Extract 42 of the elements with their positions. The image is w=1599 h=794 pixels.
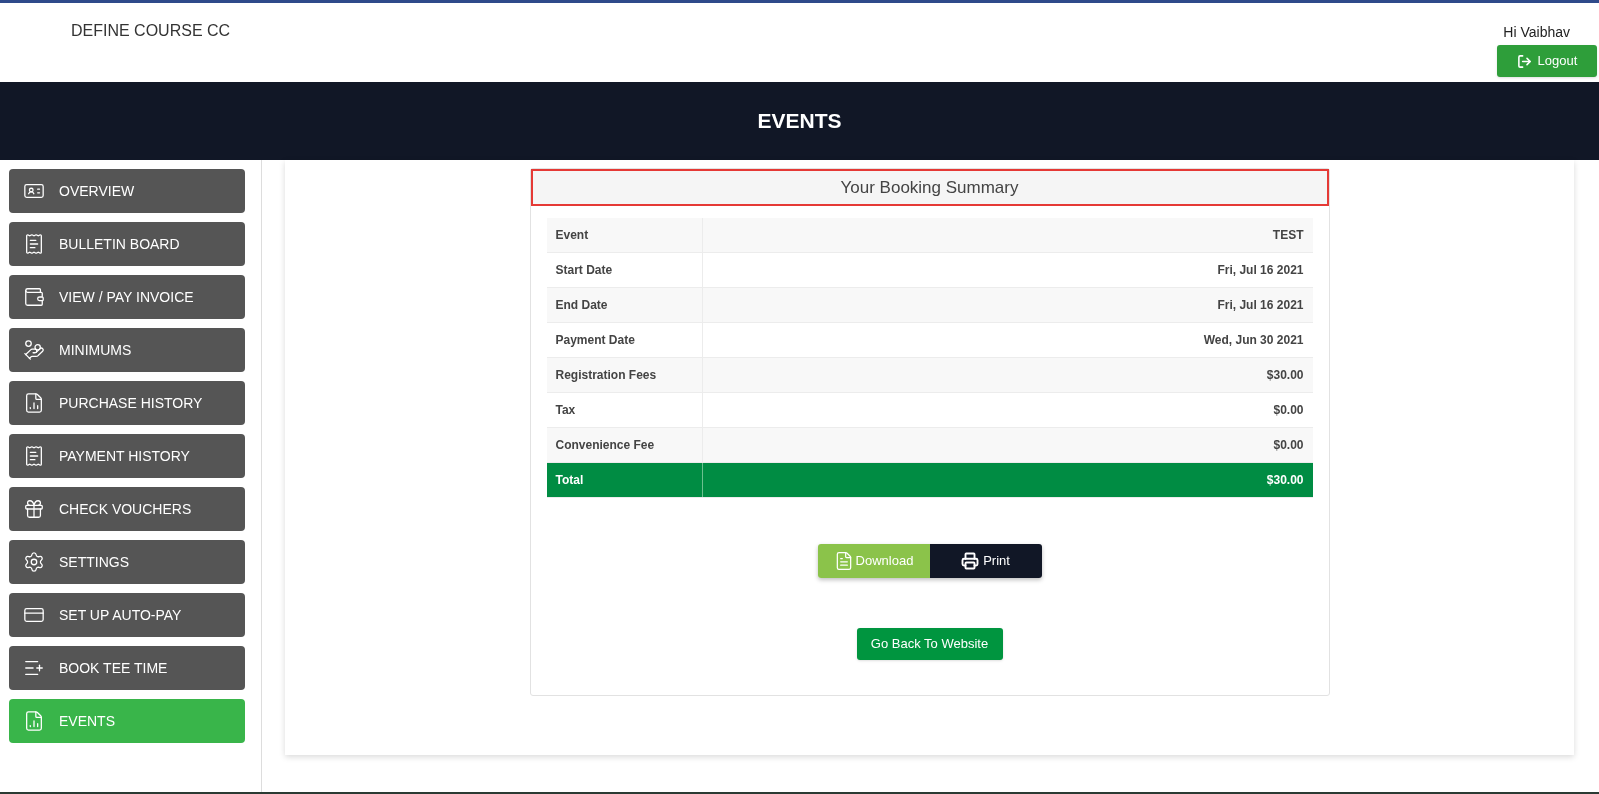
table-cell: Registration Fees (546, 358, 703, 392)
sidebar-item[interactable]: SETTINGS (9, 540, 245, 584)
sidebar-item[interactable]: MINIMUMS (9, 328, 245, 372)
sidebar-item[interactable]: PAYMENT HISTORY (9, 434, 245, 478)
sidebar-item[interactable]: VIEW / PAY INVOICE (9, 275, 245, 319)
logout-icon (1516, 53, 1532, 69)
receipt-icon (23, 233, 45, 255)
sidebar-item[interactable]: CHECK VOUCHERS (9, 487, 245, 531)
chart-document-icon (23, 392, 45, 414)
wallet-icon (23, 286, 45, 308)
table-cell: Tax (546, 393, 703, 427)
summary-title: Your Booking Summary (840, 176, 1019, 199)
table-cell-text: Fri, Jul 16 2021 (1216, 262, 1305, 279)
table-cell: Convenience Fee (546, 428, 703, 462)
table-cell-text: Wed, Jun 30 2021 (1202, 332, 1305, 349)
back-to-website-button[interactable]: Go Back To Website (856, 628, 1003, 660)
table-cell: Event (546, 218, 703, 252)
cash-icon (23, 339, 45, 361)
table-cell: End Date (546, 288, 703, 322)
page-title: EVENTS (757, 108, 842, 135)
table-cell-text: Fri, Jul 16 2021 (1216, 297, 1305, 314)
sidebar-item[interactable]: PURCHASE HISTORY (9, 381, 245, 425)
table-cell: Total (546, 463, 703, 497)
table-cell-text: $0.00 (1272, 437, 1305, 454)
table-cell: Start Date (546, 253, 703, 287)
table-cell-text: $30.00 (1265, 367, 1305, 384)
brand-name: DEFINE COURSE CC (71, 21, 231, 41)
greeting: Hi Vaibhav (1503, 23, 1570, 42)
table-cell-text: $30.00 (1265, 472, 1305, 489)
sidebar-item[interactable]: BOOK TEE TIME (9, 646, 245, 690)
gift-icon (23, 498, 45, 520)
table-cell-text: $0.00 (1272, 402, 1305, 419)
sidebar-item[interactable]: SET UP AUTO-PAY (9, 593, 245, 637)
print-button[interactable]: Print (929, 544, 1042, 578)
table-cell-text: TEST (1271, 227, 1305, 244)
sidebar-item[interactable]: BULLETIN BOARD (9, 222, 245, 266)
table-cell: Payment Date (546, 323, 703, 357)
printer-icon (961, 552, 980, 570)
receipt-icon (23, 445, 45, 467)
settings-icon (23, 551, 45, 573)
chart-document-icon (23, 710, 45, 732)
sidebar-item[interactable]: OVERVIEW (9, 169, 245, 213)
